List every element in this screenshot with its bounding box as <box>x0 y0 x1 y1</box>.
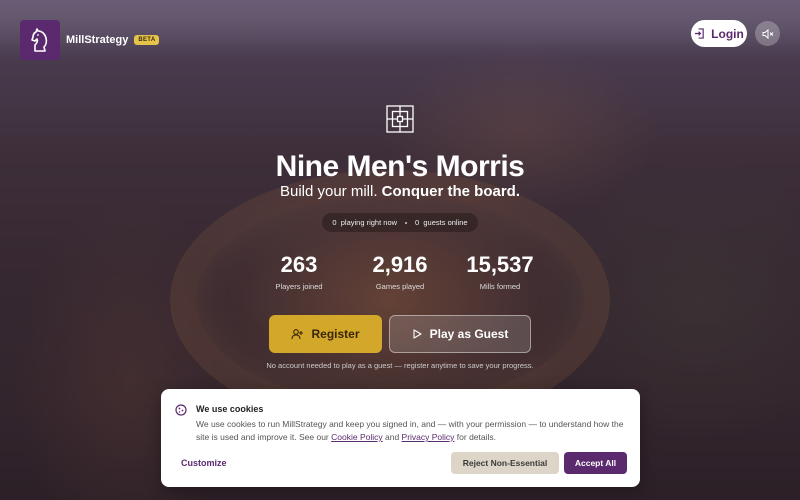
playing-count: 0 <box>332 218 337 227</box>
guests-label: guests online <box>423 218 468 227</box>
customize-button[interactable]: Customize <box>181 458 227 468</box>
mute-button[interactable] <box>755 21 780 46</box>
live-status: 0 playing right now 0 guests online <box>322 213 478 232</box>
play-as-guest-button[interactable]: Play as Guest <box>389 315 531 353</box>
guests-count: 0 <box>415 218 420 227</box>
cookie-text: We use cookies to run MillStrategy and k… <box>196 418 626 444</box>
cookie-icon <box>175 404 187 416</box>
brand-name: MillStrategy <box>66 34 129 46</box>
beta-badge: BETA <box>134 35 160 45</box>
guests-status: 0 guests online <box>415 218 468 227</box>
cookie-text-and: and <box>382 432 402 442</box>
guest-label: Play as Guest <box>429 327 509 341</box>
register-button[interactable]: Register <box>269 315 382 353</box>
page-title: Nine Men's Morris <box>275 150 525 183</box>
login-icon <box>695 28 704 39</box>
user-plus-icon <box>291 329 304 340</box>
separator-dot <box>405 221 408 224</box>
brand: MillStrategy BETA <box>66 34 160 46</box>
tagline-bold: Conquer the board. <box>381 183 521 200</box>
logo[interactable] <box>20 20 60 60</box>
cookie-title: We use cookies <box>196 404 264 414</box>
stat-mills: 15,537 Mills formed <box>440 252 560 291</box>
play-icon <box>413 329 422 339</box>
stat-value: 15,537 <box>466 252 534 277</box>
speaker-muted-icon <box>762 28 773 39</box>
guest-hint: No account needed to play as a guest — r… <box>266 361 534 370</box>
knight-logo-icon <box>31 28 48 52</box>
playing-label: playing right now <box>340 218 398 227</box>
stat-label: Mills formed <box>479 282 521 291</box>
accept-all-button[interactable]: Accept All <box>564 452 627 474</box>
privacy-policy-link[interactable]: Privacy Policy <box>402 432 455 442</box>
register-label: Register <box>311 327 360 341</box>
tagline: Build your mill. Conquer the board. <box>0 183 800 200</box>
playing-status: 0 playing right now <box>332 218 397 227</box>
cookie-banner: We use cookies We use cookies to run Mil… <box>161 389 640 487</box>
login-label: Login <box>711 26 744 41</box>
morris-board-icon <box>386 105 414 133</box>
reject-non-essential-button[interactable]: Reject Non-Essential <box>451 452 559 474</box>
tagline-plain: Build your mill. <box>279 183 382 200</box>
cookie-text-end: for details. <box>454 432 497 442</box>
cookie-policy-link[interactable]: Cookie Policy <box>331 432 383 442</box>
login-button[interactable]: Login <box>691 20 747 47</box>
